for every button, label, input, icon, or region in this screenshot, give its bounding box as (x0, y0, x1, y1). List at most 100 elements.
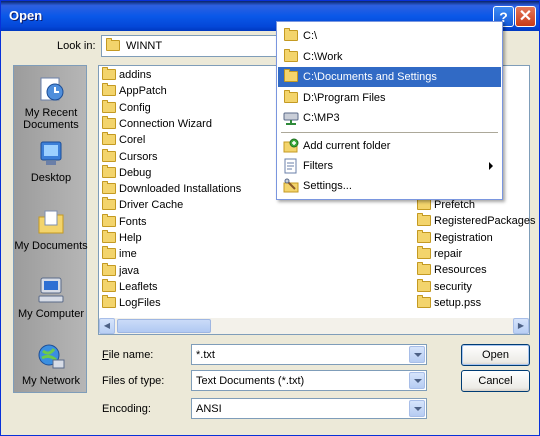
menu-item-label: C:\ (303, 30, 318, 42)
scrollbar-thumb[interactable] (117, 319, 211, 333)
menu-item-label: D:\Program Files (303, 92, 386, 104)
place-recent-documents[interactable]: My Recent Documents (14, 74, 88, 131)
folder-name: security (434, 280, 472, 293)
place-desktop[interactable]: Desktop (14, 139, 88, 184)
folder-name: Leaflets (119, 280, 158, 293)
encoding-value: ANSI (196, 403, 222, 415)
folder-icon (102, 115, 116, 129)
menu-item-add-current-folder[interactable]: Add current folder (278, 136, 501, 156)
open-dialog: Open ? ✕ Look in: WINNT My Recent Docume… (0, 0, 540, 436)
folder-icon (417, 262, 431, 276)
encoding-dropdown-button[interactable] (409, 400, 425, 417)
recent-folders-menu: C:\ C:\Work C:\Documents and Settings D:… (276, 21, 503, 200)
places-bar: My Recent Documents Desktop My Documents… (13, 65, 88, 393)
menu-item-filters[interactable]: Filters (278, 156, 501, 176)
file-name-dropdown-button[interactable] (409, 346, 425, 363)
place-label: My Computer (17, 308, 85, 320)
settings-icon (283, 178, 299, 201)
folder-name: Downloaded Installations (119, 183, 242, 196)
place-my-computer[interactable]: My Computer (14, 275, 88, 320)
place-label: My Recent Documents (23, 107, 79, 131)
file-type-dropdown-button[interactable] (409, 372, 425, 389)
folder-icon (417, 229, 431, 243)
place-label: My Network (21, 375, 81, 387)
file-name-value: *.txt (196, 349, 215, 361)
my-computer-icon (36, 275, 66, 305)
place-label: My Documents (14, 240, 88, 252)
folder-name: Fonts (119, 215, 147, 228)
file-type-label: Files of type: (102, 375, 165, 387)
menu-item-c-root[interactable]: C:\ (278, 26, 501, 46)
scroll-right-button[interactable]: ▶ (513, 318, 529, 334)
folder-name: repair (434, 247, 463, 260)
my-network-icon (36, 342, 66, 372)
folder-icon (284, 49, 298, 62)
folder-name: RegisteredPackages (434, 215, 536, 228)
folder-icon (102, 295, 116, 309)
folder-icon (417, 245, 431, 259)
file-name-field[interactable]: *.txt (191, 344, 427, 365)
folder-name: Corel (119, 134, 146, 147)
file-name-label-rest: ile name: (108, 349, 154, 361)
folder-icon (102, 83, 116, 97)
folder-name: Cursors (119, 150, 158, 163)
place-label: Desktop (30, 172, 72, 184)
look-in-value: WINNT (126, 40, 163, 52)
folder-name: AppPatch (119, 85, 167, 98)
close-button[interactable]: ✕ (515, 6, 536, 27)
place-my-network[interactable]: My Network (14, 342, 88, 387)
submenu-arrow-icon (489, 162, 493, 170)
encoding-select[interactable]: ANSI (191, 398, 427, 419)
folder-icon (102, 148, 116, 162)
look-in-combo[interactable]: WINNT (101, 35, 279, 57)
folder-icon (102, 246, 116, 260)
file-type-select[interactable]: Text Documents (*.txt) (191, 370, 427, 391)
scroll-left-button[interactable]: ◀ (99, 318, 115, 334)
folder-icon (284, 28, 298, 41)
menu-item-c-work[interactable]: C:\Work (278, 47, 501, 67)
folder-icon (284, 90, 298, 103)
menu-item-label: C:\Work (303, 51, 343, 63)
recent-documents-icon (36, 74, 66, 104)
menu-item-label: Filters (303, 160, 333, 172)
folder-name: ime (119, 248, 137, 261)
open-button[interactable]: Open (461, 344, 530, 366)
file-name-label: File name: (102, 349, 154, 361)
my-documents-icon (36, 207, 66, 237)
look-in-label: Look in: (57, 40, 96, 52)
folder-name: setup.pss (434, 296, 482, 309)
folder-icon (102, 230, 116, 243)
folder-icon (417, 294, 431, 308)
network-drive-icon (283, 110, 299, 133)
folder-name: Config (119, 101, 151, 114)
folder-icon (102, 213, 116, 227)
folder-name: Connection Wizard (119, 117, 212, 130)
menu-item-settings[interactable]: Settings... (278, 176, 501, 196)
horizontal-scrollbar[interactable]: ◀ ▶ (99, 318, 529, 334)
folder-icon (417, 213, 431, 227)
folder-icon (284, 69, 298, 82)
cancel-button[interactable]: Cancel (461, 370, 530, 392)
menu-item-d-program-files[interactable]: D:\Program Files (278, 88, 501, 108)
folder-icon (102, 99, 116, 113)
folder-icon (102, 278, 116, 292)
folder-icon (102, 164, 116, 178)
menu-item-label: Add current folder (303, 140, 391, 152)
place-my-documents[interactable]: My Documents (14, 207, 88, 252)
encoding-label: Encoding: (102, 403, 151, 415)
menu-item-documents-and-settings[interactable]: C:\Documents and Settings (278, 67, 501, 87)
folder-icon (102, 262, 116, 276)
desktop-icon (36, 139, 66, 169)
folder-icon (102, 132, 116, 146)
folder-name: Registration (434, 231, 493, 244)
folder-icon (102, 67, 116, 80)
file-type-value: Text Documents (*.txt) (196, 375, 305, 387)
menu-item-label: C:\Documents and Settings (303, 71, 437, 83)
folder-name: java (119, 264, 140, 277)
folder-icon (106, 38, 120, 51)
menu-item-label: C:\MP3 (303, 112, 340, 124)
menu-item-c-mp3[interactable]: C:\MP3 (278, 108, 501, 128)
folder-name: LogFiles (119, 297, 161, 310)
folder-name: Driver Cache (119, 199, 184, 212)
menu-separator (281, 132, 498, 133)
